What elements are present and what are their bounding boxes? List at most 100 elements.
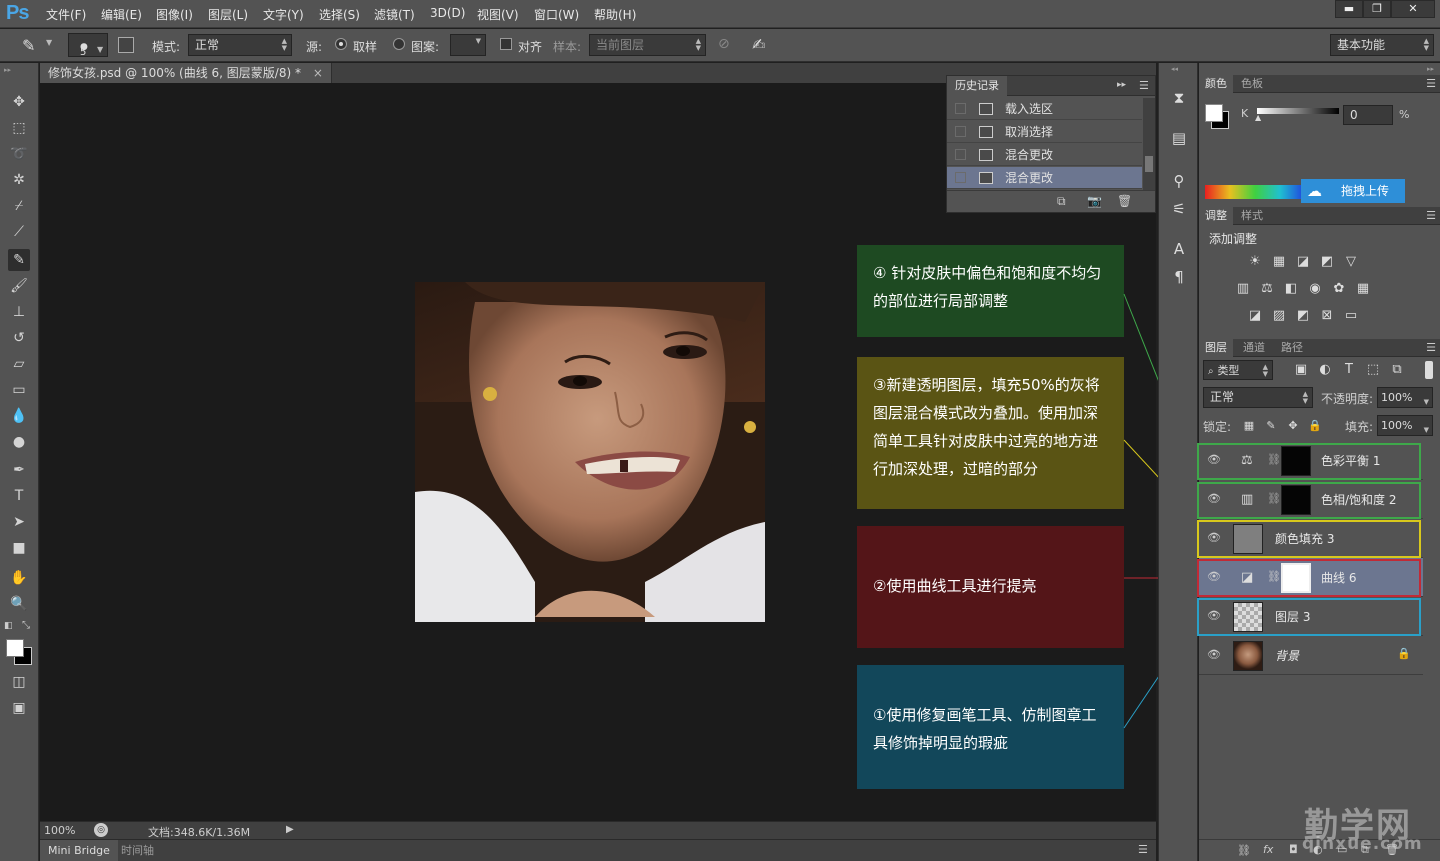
tab-styles[interactable]: 样式	[1235, 207, 1269, 225]
opacity-input[interactable]: 100% ▼	[1377, 387, 1433, 408]
photo-filter-icon[interactable]: ◉	[1307, 282, 1323, 296]
menu-filter[interactable]: 滤镜(T)	[374, 6, 415, 23]
share-icon[interactable]: ◎	[94, 823, 108, 837]
menu-3d[interactable]: 3D(D)	[430, 6, 465, 20]
background-layer-thumbnail[interactable]	[1233, 641, 1263, 671]
brush-panel-icon[interactable]: ⚟	[1169, 199, 1189, 219]
restore-button[interactable]: ❐	[1363, 0, 1391, 18]
layer-row-background[interactable]: 👁 背景 🔒	[1199, 636, 1423, 675]
menu-select[interactable]: 选择(S)	[319, 6, 360, 23]
menu-window[interactable]: 窗口(W)	[534, 6, 579, 23]
fx-icon[interactable]: fx	[1263, 843, 1273, 856]
brush-tool-icon[interactable]: 🖌	[8, 275, 30, 297]
layer-filter-select[interactable]: ⌕ 类型 ▲ ▼	[1203, 360, 1273, 380]
rectangle-tool-icon[interactable]: ■	[8, 537, 30, 559]
eraser-tool-icon[interactable]: ▱	[8, 353, 30, 375]
menu-image[interactable]: 图像(I)	[156, 6, 193, 23]
selective-color-icon[interactable]: ⊠	[1319, 309, 1335, 323]
workspace-select[interactable]: 基本功能 ▲ ▼	[1330, 34, 1434, 56]
pen-tool-icon[interactable]: ✒	[8, 459, 30, 481]
pressure-size-icon[interactable]: ✍	[752, 35, 765, 54]
lock-all-icon[interactable]: 🔒	[1307, 419, 1323, 433]
mode-select[interactable]: 正常 ▲ ▼	[188, 34, 292, 56]
fill-input[interactable]: 100% ▼	[1377, 415, 1433, 436]
drag-upload-button[interactable]: ☁ 拖拽上传	[1301, 179, 1405, 203]
lock-transparent-icon[interactable]: ▦	[1241, 419, 1257, 433]
tab-swatches[interactable]: 色板	[1235, 75, 1269, 93]
vibrance-icon[interactable]: ▽	[1343, 255, 1359, 269]
filter-adjustment-icon[interactable]: ◐	[1317, 363, 1333, 377]
menu-layer[interactable]: 图层(L)	[208, 6, 248, 23]
history-brush-tool-icon[interactable]: ↺	[8, 327, 30, 349]
zoom-tool-icon[interactable]: 🔍	[8, 593, 30, 615]
collapse-panel-icon[interactable]: ▸▸	[1117, 80, 1126, 90]
black-white-icon[interactable]: ◧	[1283, 282, 1299, 296]
properties-panel-icon[interactable]: ▤	[1169, 128, 1189, 148]
default-colors-icon[interactable]: ◧	[4, 621, 13, 631]
history-tab[interactable]: 历史记录	[947, 76, 1007, 96]
lock-image-icon[interactable]: ✎	[1263, 419, 1279, 433]
tab-adjustments[interactable]: 调整	[1199, 207, 1233, 225]
healing-brush-tool-icon[interactable]: ✎	[8, 249, 30, 271]
minimize-button[interactable]: ▬	[1335, 0, 1363, 18]
visibility-eye-icon[interactable]: 👁	[1207, 648, 1221, 662]
filter-type-icon[interactable]: T	[1341, 363, 1357, 377]
menu-file[interactable]: 文件(F)	[46, 6, 86, 23]
filter-pixel-icon[interactable]: ▣	[1293, 363, 1309, 377]
filter-shape-icon[interactable]: ⬚	[1365, 363, 1381, 377]
hue-saturation-icon[interactable]: ▥	[1235, 282, 1251, 296]
tab-color[interactable]: 颜色	[1199, 75, 1233, 93]
panel-menu-icon[interactable]: ☰	[1426, 77, 1436, 90]
sample-select[interactable]: 当前图层 ▲ ▼	[589, 34, 706, 56]
swap-colors-icon[interactable]: ⤡	[22, 620, 30, 631]
tab-paths[interactable]: 路径	[1275, 339, 1309, 357]
type-tool-icon[interactable]: T	[8, 485, 30, 507]
tab-layers[interactable]: 图层	[1199, 339, 1233, 357]
chevron-down-icon[interactable]: ▼	[46, 38, 52, 47]
sampled-radio[interactable]	[335, 38, 347, 50]
pattern-radio[interactable]	[393, 38, 405, 50]
snapshot-camera-icon[interactable]: 📷	[1087, 194, 1102, 208]
trash-icon[interactable]: 🗑	[1117, 194, 1132, 208]
history-item[interactable]: 载入选区	[947, 98, 1142, 120]
layer-list-scrollbar[interactable]	[1423, 441, 1440, 841]
clone-stamp-tool-icon[interactable]: ⊥	[8, 301, 30, 323]
marquee-tool-icon[interactable]: ⬚	[8, 117, 30, 139]
lasso-tool-icon[interactable]: ➰	[8, 143, 30, 165]
gradient-tool-icon[interactable]: ▭	[8, 379, 30, 401]
magic-wand-tool-icon[interactable]: ✲	[8, 169, 30, 191]
tab-channels[interactable]: 通道	[1237, 339, 1271, 357]
character-panel-icon[interactable]: A	[1169, 239, 1189, 259]
color-lookup-icon[interactable]: ▦	[1355, 282, 1371, 296]
eyedropper-tool-icon[interactable]: ⟋	[8, 221, 30, 243]
add-mask-icon[interactable]: ◘	[1289, 843, 1298, 856]
new-document-from-state-icon[interactable]: ⧉	[1057, 194, 1066, 209]
crop-tool-icon[interactable]: ⌿	[8, 195, 30, 217]
aligned-checkbox[interactable]	[500, 38, 512, 50]
menu-edit[interactable]: 编辑(E)	[101, 6, 142, 23]
blend-mode-select[interactable]: 正常 ▲ ▼	[1203, 387, 1313, 408]
brush-panel-toggle-icon[interactable]	[118, 37, 134, 53]
blur-tool-icon[interactable]: 💧	[8, 405, 30, 427]
menu-view[interactable]: 视图(V)	[477, 6, 519, 23]
menu-type[interactable]: 文字(Y)	[263, 6, 304, 23]
history-item-selected[interactable]: 混合更改	[947, 167, 1142, 189]
brush-presets-icon[interactable]: ⚲	[1169, 171, 1189, 191]
channel-mixer-icon[interactable]: ✿	[1331, 282, 1347, 296]
status-menu-arrow-icon[interactable]: ▶	[286, 824, 294, 835]
invert-icon[interactable]: ◪	[1247, 309, 1263, 323]
k-slider[interactable]	[1257, 108, 1339, 114]
levels-icon[interactable]: ▦	[1271, 255, 1287, 269]
history-panel-icon[interactable]: ⧗	[1169, 88, 1189, 108]
screen-mode-icon[interactable]: ▣	[8, 697, 30, 719]
menu-help[interactable]: 帮助(H)	[594, 6, 636, 23]
filter-toggle[interactable]	[1425, 361, 1433, 379]
threshold-icon[interactable]: ◩	[1295, 309, 1311, 323]
color-spectrum-bar[interactable]	[1205, 185, 1305, 199]
dodge-tool-icon[interactable]: ●	[8, 431, 30, 453]
ignore-adjustment-icon[interactable]: ⊘	[718, 36, 730, 52]
zoom-level[interactable]: 100%	[44, 824, 75, 837]
color-balance-icon[interactable]: ⚖	[1259, 282, 1275, 296]
posterize-icon[interactable]: ▨	[1271, 309, 1287, 323]
history-item[interactable]: 取消选择	[947, 121, 1142, 143]
